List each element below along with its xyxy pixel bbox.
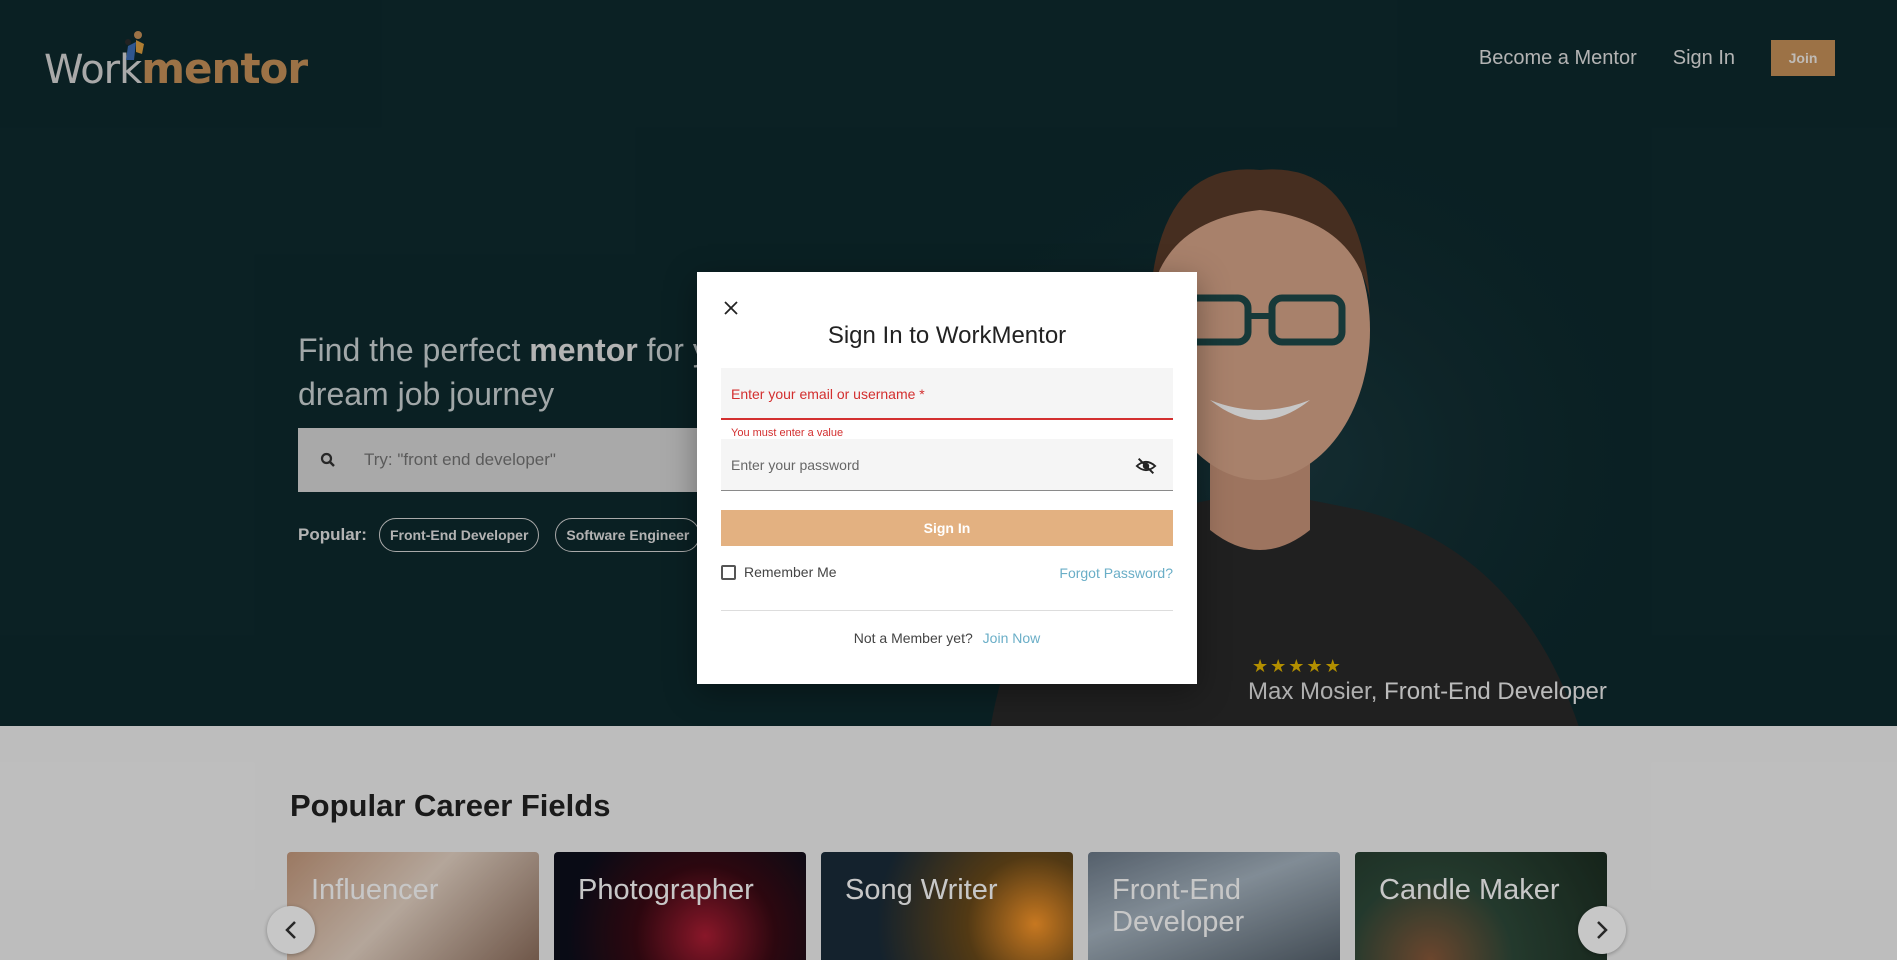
remember-me[interactable]: Remember Me [721,564,837,580]
email-field[interactable] [731,386,1111,402]
dialog-title: Sign In to WorkMentor [827,322,1067,349]
forgot-password-link[interactable]: Forgot Password? [1059,565,1173,581]
password-field[interactable] [731,457,1111,473]
remember-me-label: Remember Me [744,564,837,580]
sign-in-button[interactable]: Sign In [721,510,1173,546]
join-now-link[interactable]: Join Now [983,630,1041,646]
password-field-container [721,439,1173,491]
close-icon[interactable] [719,296,743,320]
email-error-message: You must enter a value [731,427,844,439]
divider [721,610,1173,611]
email-field-container [721,368,1173,420]
remember-me-checkbox[interactable] [721,564,736,580]
sign-in-dialog: Sign In to WorkMentor You must enter a v… [697,272,1197,684]
not-member-text: Not a Member yet? [853,630,973,646]
hide-password-icon[interactable] [1135,455,1157,477]
signup-prompt: Not a Member yet? Join Now [697,630,1197,646]
modal-backdrop[interactable]: Sign In to WorkMentor You must enter a v… [0,0,1897,960]
